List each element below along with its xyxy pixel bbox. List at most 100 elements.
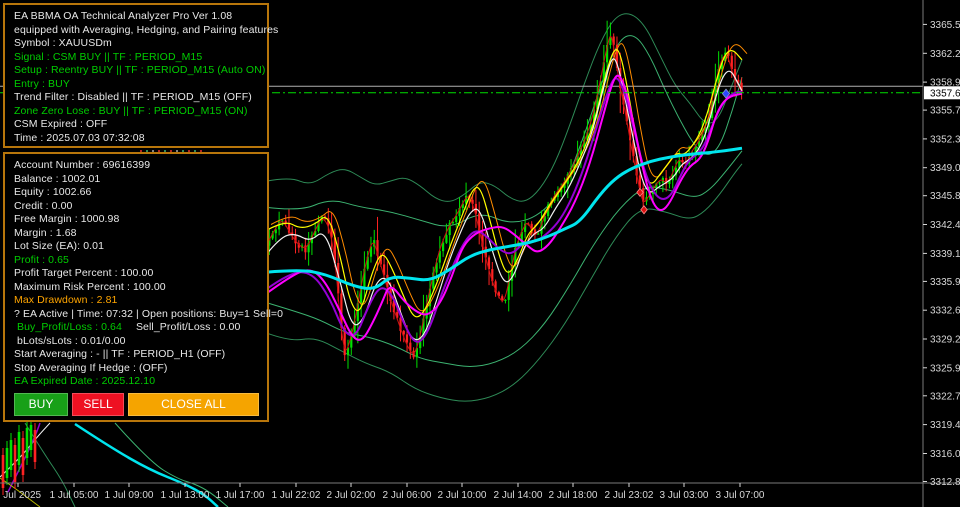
panel-line-text: Signal : CSM BUY || TF : PERIOD_M15 — [14, 50, 203, 63]
panel-line: Profit : 0.65 — [14, 254, 267, 268]
panel-line: Symbol : XAUUSDm — [14, 37, 267, 51]
corner-candle-body — [5, 448, 9, 478]
panel-line-text: Profit : 0.65 — [14, 253, 69, 266]
panel-line: Zone Zero Lose : BUY || TF : PERIOD_M15 … — [14, 105, 267, 119]
panel-line-text: Start Averaging : - || TF : PERIOD_H1 (O… — [14, 348, 226, 360]
y-axis-label: 3349.050 — [930, 163, 960, 174]
corner-candle-body — [29, 425, 33, 450]
account-rows: Account Number : 69616399 Balance : 1002.… — [14, 159, 283, 389]
buy-button[interactable]: BUY — [14, 392, 68, 416]
panel-line: bLots/sLots : 0.01/0.00 — [14, 335, 267, 349]
panel-line-text: Trend Filter : Disabled || TF : PERIOD_M… — [14, 91, 252, 103]
candle-body — [501, 296, 504, 301]
candle-body — [405, 334, 409, 343]
candle-body — [658, 182, 661, 184]
panel-line-text: equipped with Averaging, Hedging, and Pa… — [14, 23, 279, 36]
mt4-chart-window: 3365.5803362.2553358.9303355.7003352.375… — [0, 0, 960, 507]
panel-line-text: Symbol : XAUUSDm — [14, 37, 112, 49]
candle-body — [451, 222, 455, 224]
trade-button-row: BUY SELL CLOSE ALL — [14, 392, 259, 416]
y-axis-label: 3345.820 — [930, 191, 960, 202]
y-axis-label: 3325.965 — [930, 363, 960, 374]
close-all-button[interactable]: CLOSE ALL — [128, 392, 259, 416]
panel-line: Profit Target Percent : 100.00 — [14, 267, 267, 281]
panel-line-text: Time : 2025.07.03 07:32:08 — [14, 131, 145, 144]
panel-line: Lot Size (EA): 0.01 — [14, 240, 267, 254]
y-axis-label: 3329.290 — [930, 335, 960, 346]
panel-line: Margin : 1.68 — [14, 227, 267, 241]
x-axis-label: 2 Jul 23:02 — [605, 490, 654, 501]
y-axis-label: 3342.495 — [930, 220, 960, 231]
y-axis-label: 3335.940 — [930, 277, 960, 288]
panel-line: EA BBMA OA Technical Analyzer Pro Ver 1.… — [14, 10, 267, 24]
panel-line: Time : 2025.07.03 07:32:08 — [14, 132, 267, 146]
corner-candle-body — [13, 445, 17, 482]
panel-line: Signal : CSM BUY || TF : PERIOD_M15 — [14, 51, 267, 65]
panel-line-text: CSM Expired : OFF — [14, 118, 108, 130]
panel-line: Buy_Profit/Loss : 0.64 Sell_Profit/Loss :… — [14, 321, 267, 335]
panel-line-text: Setup : Reentry BUY || TF : PERIOD_M15 (… — [14, 64, 266, 76]
candle-body — [445, 235, 448, 243]
panel-line: equipped with Averaging, Hedging, and Pa… — [14, 24, 278, 38]
panel-line: CSM Expired : OFF — [14, 118, 267, 132]
candle-body — [442, 242, 445, 252]
panel-line-text: Lot Size (EA): 0.01 — [14, 240, 105, 252]
corner-candle-body — [17, 432, 21, 465]
panel-line-text: EA BBMA OA Technical Analyzer Pro Ver 1.… — [14, 10, 233, 22]
panel-line-text: Maximum Risk Percent : 100.00 — [14, 280, 166, 293]
panel-line: Setup : Reentry BUY || TF : PERIOD_M15 (… — [14, 64, 267, 78]
panel-line: Balance : 1002.01 — [14, 173, 267, 187]
panel-line-text: Balance : 1002.01 — [14, 172, 101, 185]
panel-line-text: Entry : BUY — [14, 77, 70, 90]
corner-candle-body — [21, 438, 25, 475]
x-axis-label: 1 Jul 13:00 — [161, 490, 210, 501]
panel-line: Equity : 1002.66 — [14, 186, 267, 200]
corner-candle-body — [25, 428, 29, 458]
y-axis-label: 3365.580 — [930, 20, 960, 31]
panel-line-text: Stop Averaging If Hedge : (OFF) — [14, 361, 168, 374]
panel-line-text: Margin : 1.68 — [14, 226, 77, 239]
panel-line-text: bLots/sLots : 0.01/0.00 — [14, 334, 126, 347]
panel-line: Entry : BUY — [14, 78, 267, 92]
candle-body — [537, 233, 540, 235]
panel-line: Stop Averaging If Hedge : (OFF) — [14, 362, 267, 376]
corner-candle-body — [33, 430, 37, 462]
candle-body — [504, 299, 507, 301]
y-axis-label: 3319.410 — [930, 420, 960, 431]
x-axis-label: 1 Jul 22:02 — [272, 490, 321, 501]
x-axis-label: 1 Jul 2025 — [0, 490, 42, 501]
panel-line-text: Equity : 1002.66 — [14, 186, 92, 198]
panel-line-text: Free Margin : 1000.98 — [14, 213, 120, 225]
panel-line: Account Number : 69616399 — [14, 159, 267, 173]
panel-line: Start Averaging : - || TF : PERIOD_H1 (O… — [14, 348, 267, 362]
panel-line: Maximum Risk Percent : 100.00 — [14, 281, 267, 295]
panel-line-text: ? EA Active | Time: 07:32 | Open positio… — [14, 307, 284, 320]
panel-line: Max Drawdown : 2.81 — [14, 294, 267, 308]
y-axis-label: 3312.855 — [930, 477, 960, 488]
current-price-label: 3357.689 — [930, 88, 960, 99]
x-axis-label: 1 Jul 05:00 — [50, 490, 99, 501]
panel-line-text: Buy_Profit/Loss : 0.64 — [14, 321, 122, 333]
panel-line-text: Profit Target Percent : 100.00 — [14, 267, 154, 279]
panel-line-text: EA Expired Date : 2025.12.10 — [14, 375, 156, 387]
x-axis-label: 1 Jul 17:00 — [216, 490, 265, 501]
y-axis-label: 3355.700 — [930, 106, 960, 117]
panel-line: ? EA Active | Time: 07:32 | Open positio… — [14, 308, 283, 322]
y-axis-label: 3339.170 — [930, 249, 960, 260]
x-axis-label: 3 Jul 07:00 — [716, 490, 765, 501]
x-axis-label: 2 Jul 10:00 — [438, 490, 487, 501]
sell-button[interactable]: SELL — [72, 392, 124, 416]
panel-line: EA Expired Date : 2025.12.10 — [14, 375, 267, 389]
y-axis-label: 3352.375 — [930, 134, 960, 145]
panel-line: Free Margin : 1000.98 — [14, 213, 267, 227]
ea-info-panel: EA BBMA OA Technical Analyzer Pro Ver 1.… — [3, 3, 278, 148]
panel-line: Credit : 0.00 — [14, 200, 267, 214]
panel-line-text: Sell_Profit/Loss : 0.00 — [135, 321, 241, 333]
panel-line: Trend Filter : Disabled || TF : PERIOD_M… — [14, 91, 267, 105]
panel-line-text: Max Drawdown : 2.81 — [14, 294, 118, 306]
account-info-panel: Account Number : 69616399 Balance : 1002.… — [3, 152, 283, 422]
x-axis-label: 2 Jul 02:00 — [327, 490, 376, 501]
panel-line-text: Credit : 0.00 — [14, 199, 73, 212]
y-axis-label: 3316.085 — [930, 449, 960, 460]
x-axis-label: 2 Jul 06:00 — [383, 490, 432, 501]
